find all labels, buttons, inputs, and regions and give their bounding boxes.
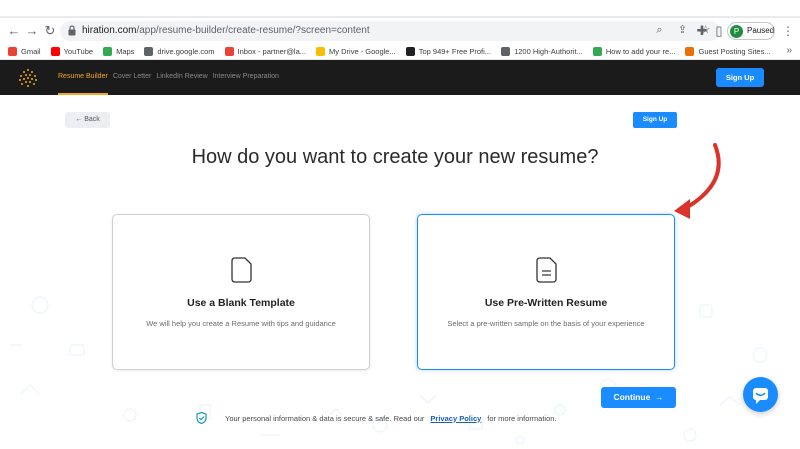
search-icon[interactable]: ⌕ — [653, 24, 666, 37]
bookmark-item[interactable]: Gmail — [8, 46, 41, 56]
url-text: hiration.com/app/resume-builder/create-r… — [82, 25, 370, 36]
bookmark-favicon-icon — [501, 46, 511, 56]
bookmark-item[interactable]: drive.google.com — [144, 46, 215, 56]
bookmark-favicon-icon — [50, 46, 60, 56]
profile-chip[interactable]: P Paused — [727, 22, 775, 40]
blank-document-icon — [231, 257, 252, 283]
bookmark-favicon-icon — [405, 46, 415, 56]
tab-interview-preparation[interactable]: Interview Preparation — [213, 60, 279, 95]
avatar: P — [730, 25, 743, 38]
bookmark-favicon-icon — [685, 46, 695, 56]
card-subtitle: We will help you create a Resume with ti… — [146, 319, 336, 328]
bookmark-label: YouTube — [63, 46, 94, 56]
bookmark-favicon-icon — [103, 46, 113, 56]
bookmark-label: Gmail — [21, 46, 41, 56]
blank-template-card[interactable]: Use a Blank Template We will help you cr… — [112, 214, 370, 370]
chat-support-button[interactable] — [743, 377, 778, 412]
app-header: Resume Builder Cover Letter LinkedIn Rev… — [0, 60, 800, 95]
toolbar: ← → ↻ hiration.com/app/resume-builder/cr… — [0, 20, 800, 42]
back-button[interactable]: ← Back — [65, 112, 110, 128]
share-icon[interactable]: ⇪ — [676, 24, 689, 37]
privacy-suffix: for more information. — [487, 413, 557, 423]
profile-status: Paused — [747, 26, 775, 35]
hiration-logo-icon[interactable] — [18, 68, 38, 88]
bookmark-favicon-icon — [144, 46, 154, 56]
bookmark-item[interactable]: Inbox - partner@la... — [224, 46, 307, 56]
pre-written-resume-card[interactable]: Use Pre-Written Resume Select a pre-writ… — [417, 214, 675, 370]
chevron-right-icon[interactable]: » — [786, 45, 792, 56]
bookmark-favicon-icon — [316, 46, 326, 56]
extensions-icon[interactable]: ✚ — [694, 23, 710, 39]
privacy-notice: Your personal information & data is secu… — [196, 411, 557, 425]
bookmark-label: Inbox - partner@la... — [237, 46, 307, 56]
continue-button[interactable]: Continue → — [601, 387, 676, 408]
arrow-left-icon: ← — [75, 116, 83, 123]
card-subtitle: Select a pre-written sample on the basis… — [447, 319, 645, 328]
tab-linkedin-review[interactable]: LinkedIn Review — [156, 60, 207, 95]
tab-resume-builder[interactable]: Resume Builder — [58, 60, 108, 95]
privacy-policy-link[interactable]: Privacy Policy — [430, 414, 481, 423]
card-title: Use Pre-Written Resume — [484, 297, 608, 309]
kebab-menu-icon[interactable]: ⋮ — [782, 24, 794, 38]
bookmark-favicon-icon — [224, 46, 234, 56]
lock-icon — [68, 25, 76, 36]
annotation-arrow-icon — [674, 143, 721, 219]
card-title: Use a Blank Template — [187, 297, 295, 309]
bookmark-label: My Drive - Google... — [329, 46, 396, 56]
shield-check-icon — [196, 412, 207, 424]
bookmark-label: drive.google.com — [157, 46, 215, 56]
continue-label: Continue — [613, 392, 651, 402]
bookmark-item[interactable]: YouTube — [50, 46, 94, 56]
tab-cover-letter[interactable]: Cover Letter — [113, 60, 152, 95]
side-panel-icon[interactable]: ▯ — [711, 23, 727, 39]
bookmark-favicon-icon — [592, 46, 602, 56]
sign-up-button[interactable]: Sign Up — [633, 112, 677, 128]
bookmark-label: Maps — [116, 46, 135, 56]
bookmark-item[interactable]: My Drive - Google... — [316, 46, 396, 56]
tab-strip-divider — [0, 16, 800, 18]
bookmark-item[interactable]: How to add your re... — [592, 46, 676, 56]
bookmark-item[interactable]: Guest Posting Sites... — [685, 46, 771, 56]
bookmark-label: 1200 High-Authorit... — [514, 46, 583, 56]
url-path: /app/resume-builder/create-resume/?scree… — [136, 25, 370, 36]
reload-icon[interactable]: ↻ — [42, 23, 58, 39]
back-nav-icon[interactable]: ← — [6, 23, 22, 39]
app-nav: Resume Builder Cover Letter LinkedIn Rev… — [58, 60, 279, 95]
address-bar[interactable]: hiration.com/app/resume-builder/create-r… — [60, 21, 720, 41]
bookmark-label: Guest Posting Sites... — [698, 46, 771, 56]
back-label: Back — [84, 116, 100, 123]
chat-icon — [753, 388, 768, 404]
forward-nav-icon[interactable]: → — [24, 23, 40, 39]
bookmark-item[interactable]: Top 949+ Free Profi... — [405, 46, 492, 56]
header-sign-up-button[interactable]: Sign Up — [716, 68, 764, 87]
bookmark-label: How to add your re... — [605, 46, 676, 56]
browser-chrome: ← → ↻ hiration.com/app/resume-builder/cr… — [0, 0, 800, 60]
text-document-icon — [536, 257, 557, 283]
bookmarks-bar: Gmail YouTube Maps drive.google.com Inbox - … — [0, 42, 800, 60]
url-host: hiration.com — [82, 25, 137, 36]
bookmark-item[interactable]: Maps — [103, 46, 135, 56]
arrow-right-icon: → — [655, 392, 664, 402]
privacy-prefix: Your personal information & data is secu… — [225, 413, 425, 423]
main-content: ← Back Sign Up How do you want to create… — [0, 95, 800, 449]
bookmark-item[interactable]: 1200 High-Authorit... — [501, 46, 583, 56]
bookmark-favicon-icon — [8, 46, 17, 56]
bookmark-label: Top 949+ Free Profi... — [418, 46, 492, 56]
